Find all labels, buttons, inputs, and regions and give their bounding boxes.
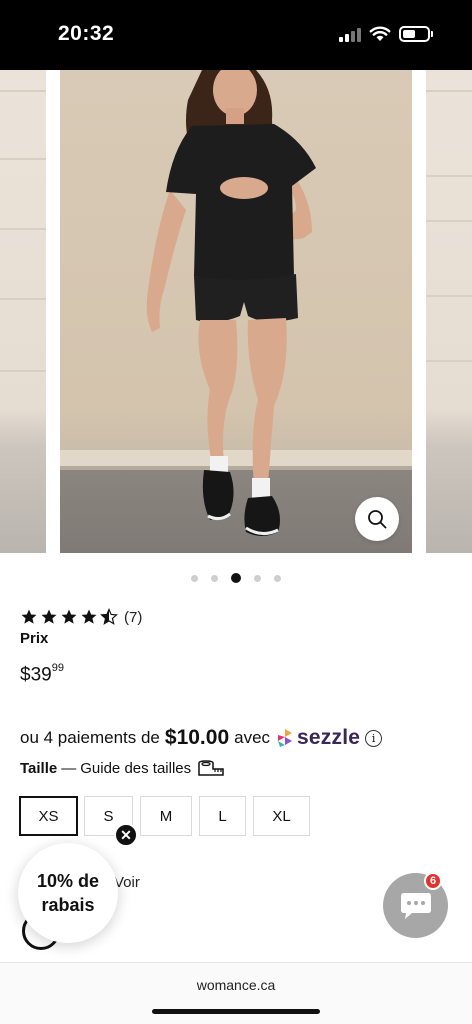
rating-count[interactable]: (7) [124,609,142,626]
chat-notification-badge: 6 [424,872,442,890]
installments-prefix: ou 4 paiements de [20,728,160,747]
wifi-icon [369,26,391,41]
previous-product-image[interactable] [0,70,46,553]
battery-icon [399,26,430,42]
info-icon[interactable]: i [365,729,383,747]
chat-icon [400,892,431,919]
installment-amount: $10.00 [164,726,230,749]
promo-line-1: 10% de [36,871,100,891]
size-option-xl[interactable]: XL [253,796,310,836]
pagination-dot-active[interactable] [231,573,241,583]
size-dash: — [61,759,77,777]
sezzle-installments[interactable]: ou 4 paiements de $10.00 avec sezzle i [20,726,383,750]
sezzle-logo-icon [278,729,293,747]
partially-hidden-link[interactable]: Voir [114,874,140,891]
product-image-gallery[interactable] [0,70,472,553]
pagination-dot[interactable] [191,574,198,582]
promo-line-2: rabais [41,895,95,915]
status-time: 20:32 [58,22,115,45]
cellular-signal-icon [339,28,363,42]
installments-suffix: avec [234,728,271,747]
model-photo [60,70,412,536]
sezzle-logo: sezzle [276,726,360,750]
price-label: Prix [20,630,49,647]
pagination-dot[interactable] [274,574,281,582]
size-option-xs[interactable]: XS [19,796,78,836]
home-indicator[interactable] [152,1009,320,1014]
size-option-m[interactable]: M [140,796,192,836]
size-label: Taille [20,759,58,777]
pagination-dot[interactable] [254,574,261,582]
zoom-button[interactable] [355,497,399,541]
product-price: $3999 [20,662,64,686]
browser-url-bar[interactable]: womance.ca [0,962,472,1024]
pagination-dot[interactable] [211,574,218,582]
product-rating[interactable]: (7) [20,607,142,627]
status-bar: 20:32 [0,0,472,70]
close-promo-icon[interactable]: ✕ [114,823,138,847]
price-cents: 99 [51,662,64,674]
ruler-icon[interactable] [197,758,225,778]
size-option-l[interactable]: L [199,796,246,836]
star-icon [61,609,77,624]
search-icon [368,510,387,529]
star-icon [41,609,57,624]
star-icon [81,609,97,624]
size-header: Taille — Guide des tailles [20,758,225,778]
url-text[interactable]: womance.ca [0,977,472,993]
sezzle-brand: sezzle [297,726,361,749]
gallery-pagination [0,573,472,583]
price-dollars: $39 [20,664,52,686]
discount-promo-badge[interactable]: 10% de rabais [18,843,118,943]
next-product-image[interactable] [426,70,472,553]
size-guide-link[interactable]: Guide des tailles [80,760,191,777]
product-image[interactable] [60,70,412,553]
star-icon [21,609,37,624]
half-star-icon [100,608,118,625]
